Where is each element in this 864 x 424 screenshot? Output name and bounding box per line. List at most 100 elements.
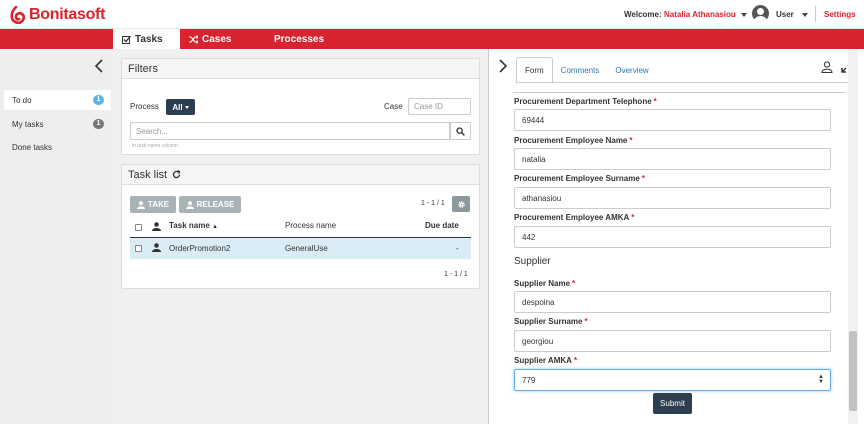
case-label: Case	[384, 102, 403, 111]
search-placeholder: Search...	[136, 126, 169, 136]
row-checkbox[interactable]	[135, 245, 142, 252]
supplier-section-title: Supplier	[514, 256, 551, 267]
chevron-down-icon[interactable]	[802, 13, 808, 17]
tab-processes-label: Processes	[274, 33, 325, 45]
field-label-department-telephone: Procurement Department Telephone *	[514, 97, 657, 106]
release-label: RELEASE	[196, 200, 235, 209]
brand-name: Bonitasoft	[29, 6, 106, 23]
supplier-name-field[interactable]: despoina	[514, 291, 831, 313]
tab-cases-label: Cases	[202, 33, 232, 45]
search-hint: in task name column	[132, 143, 178, 149]
settings-link[interactable]: Settings	[824, 10, 856, 19]
user-icon	[185, 200, 194, 209]
welcome-label: Welcome:	[624, 10, 662, 19]
pager-bottom: 1 - 1 / 1	[444, 271, 468, 278]
sidebar: To do 1 My tasks 1 Done tasks	[0, 49, 113, 424]
filters-panel: Filters Process All Case Case ID Search.…	[121, 58, 480, 155]
scrollbar-thumb[interactable]	[849, 331, 857, 411]
column-header-task-name[interactable]: Task name ▲	[169, 221, 218, 230]
detail-tabs: Form Comments Overview	[516, 57, 657, 83]
count-badge: 1	[93, 119, 104, 129]
due-date-cell: -	[456, 244, 459, 253]
top-header: Bonitasoft Welcome: Natalia Athanasiou U…	[0, 0, 864, 29]
filters-title: Filters	[122, 59, 479, 79]
take-button[interactable]: TAKE	[130, 196, 176, 213]
field-label-supplier-amka: Supplier AMKA *	[514, 356, 578, 365]
field-label-employee-amka: Procurement Employee AMKA *	[514, 213, 635, 222]
task-list-header: Task list	[122, 165, 479, 185]
tab-tasks-label: Tasks	[135, 33, 163, 45]
field-label-supplier-surname: Supplier Surname *	[514, 317, 588, 326]
settings-button[interactable]	[452, 196, 470, 212]
main-nav: Tasks Cases Processes	[0, 29, 864, 49]
shuffle-icon	[189, 34, 198, 44]
sidebar-item-label: My tasks	[12, 119, 44, 129]
check-square-icon	[122, 35, 131, 44]
employee-amka-field[interactable]: 442	[514, 226, 831, 248]
search-input[interactable]: Search...	[130, 122, 450, 140]
bonitasoft-logo-icon	[10, 6, 26, 24]
avatar[interactable]	[752, 5, 769, 22]
case-id-placeholder: Case ID	[414, 102, 443, 111]
submit-button[interactable]: Submit	[653, 393, 692, 414]
case-id-input[interactable]: Case ID	[408, 98, 471, 115]
release-button[interactable]: RELEASE	[179, 196, 241, 213]
employee-surname-field[interactable]: athanasiou	[514, 187, 831, 209]
sort-asc-icon: ▲	[212, 224, 218, 230]
field-label-supplier-name: Supplier Name *	[514, 279, 576, 288]
gear-icon	[457, 200, 465, 208]
tab-form[interactable]: Form	[516, 57, 553, 83]
table-row[interactable]: OrderPromotion2 GeneralUse -	[130, 238, 471, 259]
tab-cases[interactable]: Cases	[189, 29, 231, 49]
tab-processes[interactable]: Processes	[274, 29, 324, 49]
sidebar-item-my-tasks[interactable]: My tasks 1	[4, 114, 111, 134]
form-scroll-top-edge	[513, 92, 845, 93]
column-header-process-name[interactable]: Process name	[285, 221, 336, 230]
sidebar-item-label: Done tasks	[12, 142, 53, 152]
task-list-panel: Task list TAKE RELEASE 1 - 1 / 1 Task na…	[121, 164, 480, 289]
tabs-divider	[516, 82, 858, 83]
take-label: TAKE	[147, 200, 170, 209]
chevron-left-icon[interactable]	[93, 59, 105, 73]
process-filter-value: All	[172, 102, 183, 112]
tab-tasks[interactable]: Tasks	[113, 29, 180, 49]
tab-comments[interactable]: Comments	[553, 57, 608, 83]
assign-user-icon[interactable]	[821, 61, 833, 73]
header-divider	[815, 6, 816, 22]
search-button[interactable]	[450, 122, 471, 140]
column-header-due-date[interactable]: Due date	[425, 221, 459, 230]
search-icon	[456, 126, 465, 136]
task-list-title: Task list	[128, 168, 168, 181]
task-detail-pane: Form Comments Overview Procurement Depar…	[488, 49, 864, 424]
sidebar-item-to-do[interactable]: To do 1	[4, 90, 111, 110]
sidebar-item-done-tasks[interactable]: Done tasks	[4, 137, 111, 157]
field-label-employee-name: Procurement Employee Name *	[514, 136, 633, 145]
supplier-amka-field[interactable]: 779 ▲ ▼	[514, 369, 831, 391]
user-icon	[136, 200, 145, 209]
employee-name-field[interactable]: natalia	[514, 148, 831, 170]
chevron-down-icon[interactable]	[741, 13, 747, 17]
user-icon	[152, 243, 161, 252]
department-telephone-field[interactable]: 69444	[514, 109, 831, 131]
tab-overview[interactable]: Overview	[607, 57, 656, 83]
user-icon	[152, 222, 161, 231]
supplier-surname-field[interactable]: georgiou	[514, 330, 831, 352]
number-stepper-icon[interactable]: ▲ ▼	[818, 374, 824, 385]
supplier-amka-value: 779	[522, 375, 536, 385]
column-label: Task name	[169, 221, 210, 230]
chevron-down-icon	[184, 105, 189, 109]
user-menu-label[interactable]: User	[776, 10, 794, 19]
refresh-icon[interactable]	[172, 170, 181, 179]
chevron-right-icon[interactable]	[498, 59, 508, 73]
select-all-checkbox[interactable]	[135, 224, 142, 231]
field-label-employee-surname: Procurement Employee Surname *	[514, 174, 645, 183]
process-filter-dropdown[interactable]: All	[166, 99, 195, 115]
process-name-cell: GeneralUse	[285, 244, 328, 253]
sidebar-item-label: To do	[12, 95, 32, 105]
task-name-cell[interactable]: OrderPromotion2	[169, 244, 230, 253]
user-full-name[interactable]: Natalia Athanasiou	[664, 10, 736, 19]
bonitasoft-logo[interactable]: Bonitasoft	[10, 5, 105, 25]
task-panel: Filters Process All Case Case ID Search.…	[113, 49, 488, 424]
form-scrollbar[interactable]	[848, 49, 858, 424]
count-badge: 1	[93, 95, 104, 105]
